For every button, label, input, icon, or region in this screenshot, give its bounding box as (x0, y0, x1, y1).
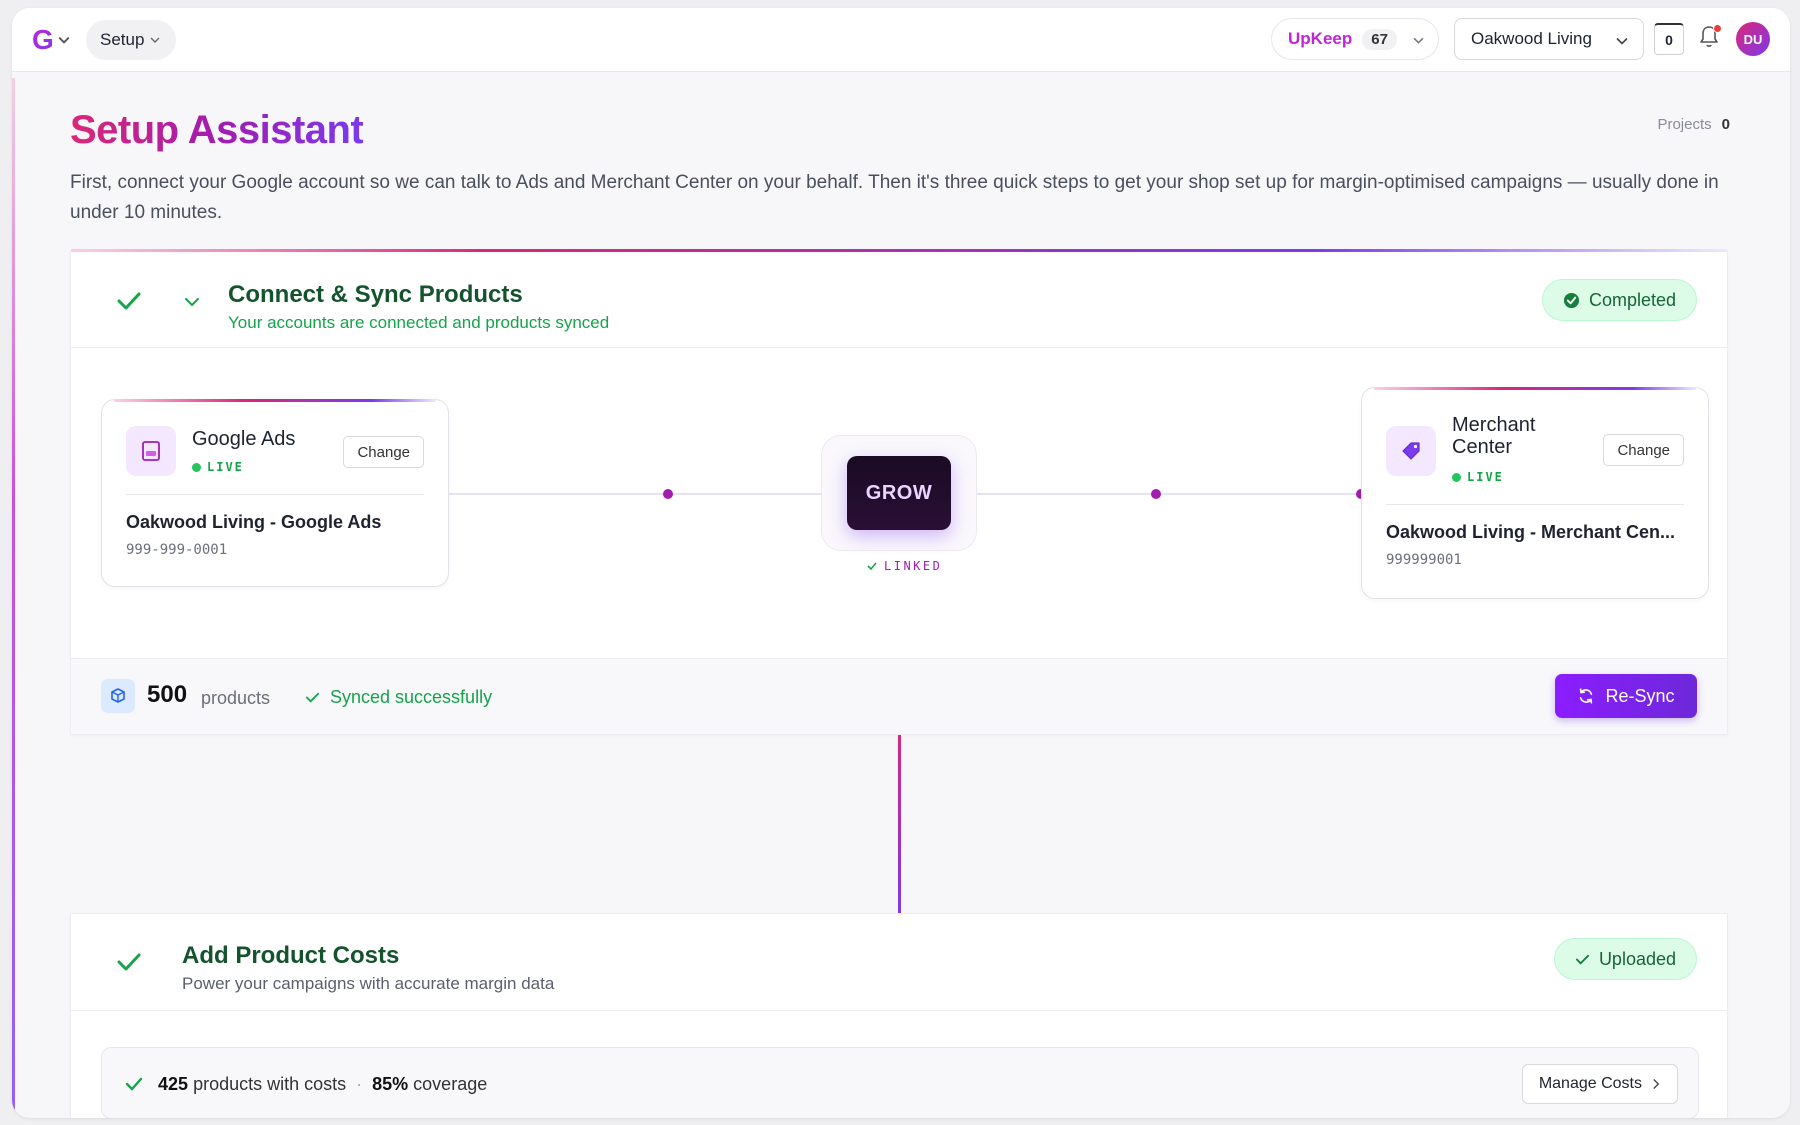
left-accent-bar (12, 78, 15, 1118)
check-icon (305, 692, 320, 703)
check-icon (125, 1077, 143, 1091)
upkeep-label: UpKeep (1288, 29, 1353, 48)
linked-status: LINKED (866, 559, 942, 573)
live-label: LIVE (1467, 470, 1504, 484)
section-label: Setup (100, 30, 145, 49)
connector-line (977, 493, 1361, 495)
step-header[interactable]: Add Product Costs Power your campaigns w… (71, 914, 1727, 1011)
sync-footer: 500 products Synced successfully Re-Sync (71, 658, 1727, 734)
change-merchant-button[interactable]: Change (1603, 434, 1684, 466)
chevron-down-icon (1413, 37, 1424, 44)
check-circle-icon (1563, 292, 1580, 308)
live-label: LIVE (207, 460, 244, 474)
app-window: G Setup UpKeep 67 Oakwood Living 0 DU Se… (12, 8, 1790, 1118)
section-switcher[interactable]: Setup (86, 20, 177, 60)
page-title: Setup Assistant (70, 108, 364, 152)
chevron-down-icon (58, 36, 70, 44)
step-connector-line (898, 735, 901, 913)
account-name: Oakwood Living - Google Ads (126, 512, 382, 532)
projects-count: 0 (1721, 116, 1730, 133)
live-status: LIVE (192, 460, 244, 474)
refresh-icon (1580, 688, 1593, 704)
manage-costs-label: Manage Costs (1538, 1075, 1642, 1092)
step-product-costs-card: Add Product Costs Power your campaigns w… (70, 913, 1728, 1118)
live-dot (1452, 472, 1461, 482)
account-id: 999-999-0001 (126, 542, 228, 558)
upkeep-menu[interactable]: UpKeep 67 (1271, 18, 1439, 60)
chevron-down-icon (1616, 37, 1628, 45)
intro-text: First, connect your Google account so we… (70, 172, 1719, 223)
merchant-center-account: Merchant Center LIVE Change Oakwood Livi… (1361, 387, 1709, 599)
step-title: Connect & Sync Products (228, 281, 523, 308)
grow-hub: GROW (821, 435, 977, 551)
step-title: Add Product Costs (182, 942, 400, 969)
connector-dot (1151, 489, 1161, 499)
linked-label: LINKED (884, 559, 943, 573)
projects-label: Projects (1657, 116, 1712, 133)
sync-status-text: Synced successfully (330, 687, 493, 707)
step-connect-sync-card: Connect & Sync Products Your accounts ar… (70, 249, 1728, 735)
live-dot (192, 462, 201, 472)
top-bar: G Setup UpKeep 67 Oakwood Living 0 DU (12, 8, 1790, 72)
chevron-right-icon (1653, 1079, 1660, 1089)
divider (126, 494, 424, 495)
cost-summary-bar: 425 products with costs · 85% coverage M… (101, 1047, 1699, 1118)
check-icon (117, 953, 141, 971)
account-provider-name: Merchant Center (1452, 414, 1536, 458)
sync-status: Synced successfully (305, 687, 492, 708)
store-name: Oakwood Living (1471, 29, 1592, 48)
logo-icon: G (32, 24, 54, 55)
avatar[interactable]: DU (1736, 22, 1770, 56)
status-badge: Completed (1541, 279, 1697, 321)
account-name: Oakwood Living - Merchant Cen... (1386, 522, 1676, 542)
change-google-ads-button[interactable]: Change (343, 436, 424, 468)
costs-label: products with costs (193, 1074, 347, 1094)
grow-chip: GROW (847, 456, 951, 530)
step-subtitle: Your accounts are connected and products… (228, 313, 610, 332)
resync-button[interactable]: Re-Sync (1555, 674, 1697, 718)
manage-costs-button[interactable]: Manage Costs (1521, 1064, 1678, 1104)
tag-icon (1386, 426, 1436, 476)
step-header[interactable]: Connect & Sync Products Your accounts ar… (71, 251, 1727, 348)
notification-dot (1713, 24, 1722, 33)
chevron-down-icon[interactable] (183, 293, 201, 311)
check-icon (117, 292, 141, 310)
product-count: 500 (147, 681, 188, 708)
box-icon (101, 679, 135, 713)
resync-label: Re-Sync (1605, 685, 1675, 706)
product-label: products (201, 688, 271, 708)
ads-icon (126, 426, 176, 476)
account-id: 999999001 (1386, 552, 1462, 568)
check-icon (867, 562, 877, 571)
connector-line (449, 493, 821, 495)
chevron-down-icon (150, 37, 160, 43)
connector-dot (663, 489, 673, 499)
status-badge: Uploaded (1553, 938, 1697, 980)
projects-indicator[interactable]: Projects 0 (1657, 116, 1730, 133)
notifications-button[interactable] (1697, 24, 1723, 54)
status-text: Uploaded (1598, 948, 1676, 969)
notification-counter[interactable]: 0 (1654, 23, 1684, 55)
account-provider-name: Google Ads (192, 428, 296, 450)
google-ads-account: Google Ads LIVE Change Oakwood Living - … (101, 399, 449, 587)
divider (1386, 504, 1684, 505)
live-status: LIVE (1452, 470, 1504, 484)
upkeep-count: 67 (1362, 28, 1397, 50)
step-subtitle: Power your campaigns with accurate margi… (182, 974, 555, 993)
cost-summary: 425 products with costs · 85% coverage (158, 1074, 487, 1095)
status-text: Completed (1588, 289, 1676, 310)
check-icon (1575, 954, 1589, 965)
coverage-label: coverage (413, 1074, 488, 1094)
store-select[interactable]: Oakwood Living (1454, 18, 1644, 60)
coverage-value: 85% (372, 1074, 409, 1094)
separator-dot: · (356, 1074, 363, 1094)
costs-count: 425 (158, 1074, 189, 1094)
app-switcher[interactable]: G (32, 24, 82, 56)
